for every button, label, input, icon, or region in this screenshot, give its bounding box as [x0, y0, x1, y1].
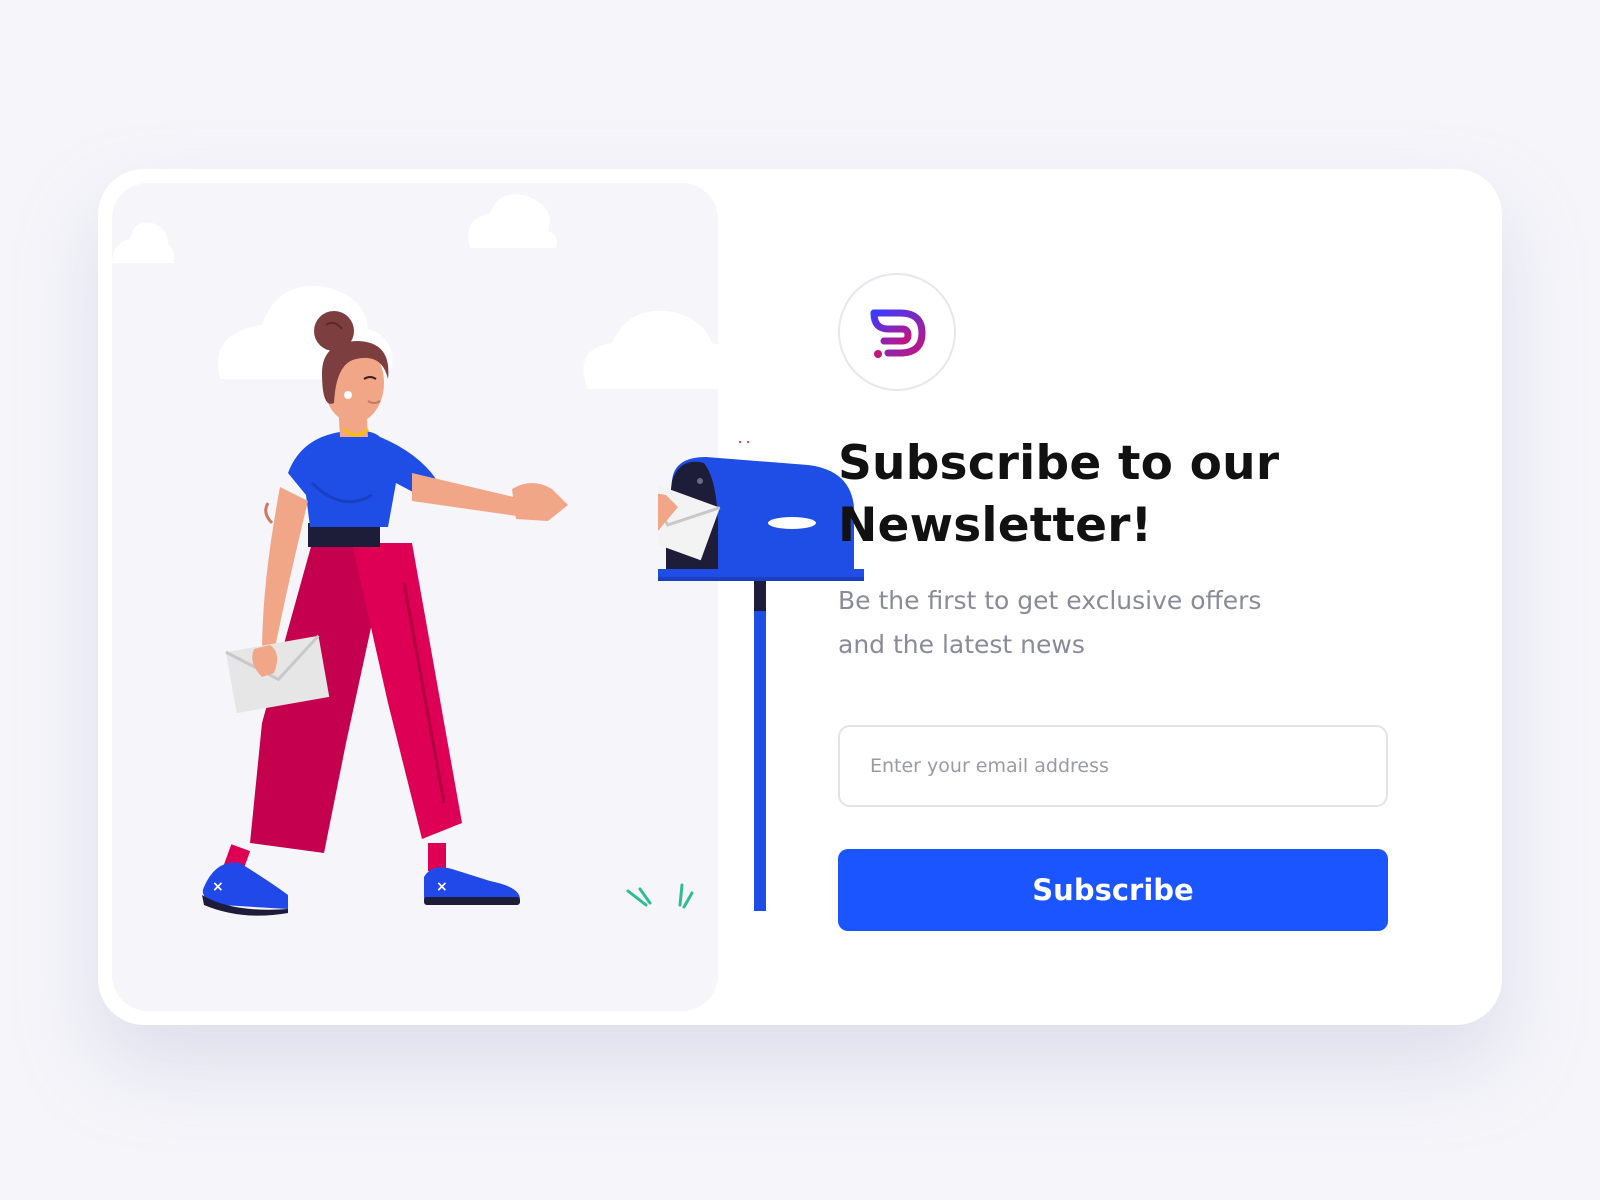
subtitle-line-2: and the latest news: [838, 630, 1085, 659]
newsletter-card: × × Subscribe to our Newsletter! Be the …: [98, 169, 1502, 1025]
svg-text:×: ×: [212, 879, 224, 895]
newsletter-content: Subscribe to our Newsletter! Be the firs…: [838, 273, 1398, 931]
subtitle-line-1: Be the first to get exclusive offers: [838, 586, 1262, 615]
illustration-panel: × ×: [112, 183, 718, 1011]
page-title: Subscribe to our Newsletter!: [838, 433, 1398, 557]
svg-text:×: ×: [436, 879, 448, 895]
subscribe-button[interactable]: Subscribe: [838, 849, 1388, 931]
title-line-2: Newsletter!: [838, 498, 1153, 553]
brand-logo-icon: [870, 309, 926, 358]
woman-mailing-letter-illustration: × ×: [112, 194, 718, 916]
subtitle: Be the first to get exclusive offers and…: [838, 579, 1318, 667]
brand-logo: [838, 273, 956, 391]
email-input[interactable]: [838, 725, 1388, 807]
cloud-icon: [112, 194, 718, 389]
title-line-1: Subscribe to our: [838, 436, 1280, 491]
